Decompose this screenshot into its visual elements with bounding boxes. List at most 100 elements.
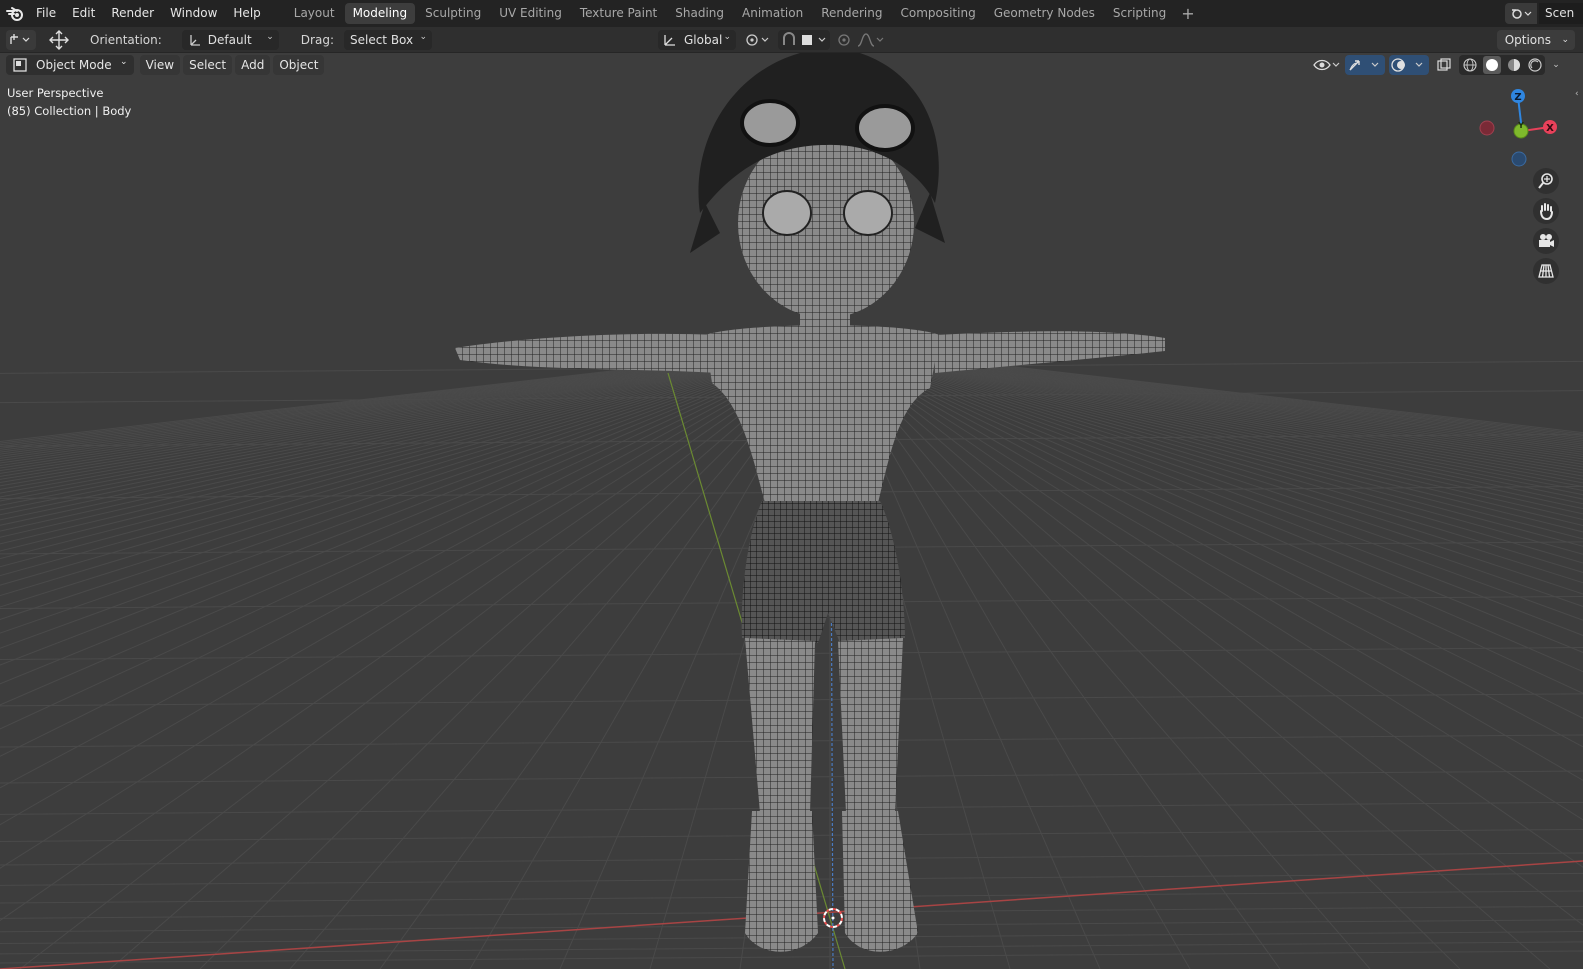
tab-shading[interactable]: Shading bbox=[667, 3, 732, 24]
neg-x-handle[interactable] bbox=[1479, 120, 1495, 136]
menu-help[interactable]: Help bbox=[225, 0, 268, 27]
camera-icon bbox=[1539, 234, 1554, 247]
transform-orientation-dropdown[interactable]: Global ⌄ bbox=[658, 30, 736, 50]
tab-animation[interactable]: Animation bbox=[734, 3, 811, 24]
zoom-icon bbox=[1538, 173, 1553, 189]
x-axis-label: X bbox=[1546, 123, 1554, 134]
zoom-button[interactable] bbox=[1533, 168, 1559, 194]
menu-file[interactable]: File bbox=[28, 0, 64, 27]
tab-scripting[interactable]: Scripting bbox=[1105, 3, 1174, 24]
proportional-edit-button[interactable] bbox=[836, 30, 886, 50]
camera-view-button[interactable] bbox=[1533, 228, 1559, 254]
neg-z-handle[interactable] bbox=[1511, 151, 1527, 167]
chevron-down-icon: ⌄ bbox=[1561, 35, 1569, 45]
viewport-grid bbox=[0, 53, 1583, 969]
navigation-gizmo[interactable]: Z X Y bbox=[1474, 85, 1570, 175]
grid-line bbox=[199, 362, 813, 969]
grid-line bbox=[0, 362, 768, 577]
drag-dropdown[interactable]: Select Box ⌄ bbox=[343, 29, 432, 50]
tab-geometry-nodes[interactable]: Geometry Nodes bbox=[986, 3, 1103, 24]
material-shading-icon[interactable] bbox=[1506, 57, 1522, 73]
tab-layout[interactable]: Layout bbox=[286, 3, 343, 24]
grid-line bbox=[19, 362, 808, 969]
solid-shading-icon[interactable] bbox=[1482, 56, 1501, 74]
grid-line bbox=[0, 362, 718, 474]
grid-view-icon bbox=[1538, 264, 1554, 278]
tab-rendering[interactable]: Rendering bbox=[813, 3, 890, 24]
viewport-menu-object[interactable]: Object bbox=[273, 54, 325, 75]
tool-header: Orientation: Default ⌄ Drag: Select Box … bbox=[0, 27, 1583, 53]
grid-line bbox=[0, 362, 773, 597]
chevron-down-icon: ⌄ bbox=[120, 56, 128, 67]
perspective-toggle-button[interactable] bbox=[1533, 258, 1559, 284]
y-axis-label: Y bbox=[1517, 121, 1524, 130]
hand-pan-icon bbox=[1540, 203, 1553, 220]
grid-line bbox=[109, 362, 811, 969]
scene-browse-button[interactable] bbox=[1505, 3, 1537, 24]
visibility-icon bbox=[1313, 59, 1340, 71]
grid-line bbox=[0, 362, 716, 472]
menu-edit[interactable]: Edit bbox=[64, 0, 103, 27]
pivot-point-button[interactable] bbox=[742, 30, 772, 50]
grid-line bbox=[967, 362, 1583, 442]
overlay-icon bbox=[1391, 58, 1423, 72]
orientation-value: Default bbox=[207, 32, 252, 47]
grid-line bbox=[959, 362, 1583, 447]
pivot-icon bbox=[746, 34, 769, 46]
grid-line bbox=[0, 362, 791, 706]
object-mode-icon bbox=[13, 57, 27, 72]
menu-window[interactable]: Window bbox=[162, 0, 225, 27]
add-workspace-icon[interactable]: + bbox=[1175, 4, 1200, 23]
grid-line bbox=[964, 362, 1583, 443]
overlay-toggle-button[interactable] bbox=[1389, 55, 1429, 75]
tab-sculpting[interactable]: Sculpting bbox=[417, 3, 489, 24]
top-bar: File Edit Render Window Help Layout Mode… bbox=[0, 0, 1583, 27]
orientation-dropdown[interactable]: Default ⌄ bbox=[181, 29, 279, 50]
pan-button[interactable] bbox=[1533, 198, 1559, 224]
menu-render[interactable]: Render bbox=[103, 0, 162, 27]
tab-texture-paint[interactable]: Texture Paint bbox=[572, 3, 665, 24]
transform-orientation-value: Global bbox=[684, 33, 723, 47]
transform-tool-button[interactable] bbox=[6, 29, 36, 50]
rendered-shading-icon[interactable] bbox=[1527, 57, 1543, 73]
tab-compositing[interactable]: Compositing bbox=[892, 3, 983, 24]
visibility-button[interactable] bbox=[1311, 55, 1341, 75]
blender-logo-icon[interactable] bbox=[2, 0, 28, 27]
grid-line bbox=[977, 362, 1583, 435]
perspective-label: User Perspective bbox=[7, 86, 104, 100]
snap-button[interactable] bbox=[778, 30, 830, 50]
grid-line bbox=[0, 362, 771, 586]
move-tool-button[interactable] bbox=[46, 29, 72, 50]
3d-viewport[interactable]: Object Mode ⌄ View Select Add Object ⌄ U… bbox=[0, 53, 1583, 969]
xray-icon bbox=[1437, 58, 1451, 71]
scene-selector: Scen bbox=[1505, 0, 1583, 27]
options-dropdown[interactable]: Options ⌄ bbox=[1496, 30, 1575, 50]
grid-line bbox=[0, 362, 708, 464]
grid-line bbox=[0, 362, 806, 922]
z-axis-label: Z bbox=[1514, 92, 1521, 103]
chevron-down-icon: ⌄ bbox=[419, 31, 427, 42]
grid-line bbox=[0, 362, 801, 826]
grid-line bbox=[974, 362, 1583, 437]
sidebar-toggle-icon[interactable]: ‹ bbox=[1575, 89, 1583, 103]
grid-line bbox=[289, 362, 816, 969]
object-mode-dropdown[interactable]: Object Mode ⌄ bbox=[6, 54, 134, 75]
drag-value: Select Box bbox=[349, 32, 414, 47]
wireframe-shading-icon[interactable] bbox=[1462, 57, 1478, 73]
viewport-menu-view[interactable]: View bbox=[139, 54, 181, 75]
character-mesh[interactable] bbox=[455, 53, 1165, 952]
gizmo-toggle-button[interactable] bbox=[1345, 55, 1385, 75]
grid-line bbox=[0, 362, 798, 789]
gizmo-icon bbox=[1349, 60, 1379, 71]
grid-line bbox=[0, 362, 703, 459]
viewport-header: Object Mode ⌄ View Select Add Object ⌄ bbox=[0, 53, 1583, 76]
tab-modeling[interactable]: Modeling bbox=[344, 3, 416, 24]
viewport-menu-add[interactable]: Add bbox=[235, 54, 271, 75]
shading-options-button[interactable]: ⌄ bbox=[1549, 55, 1563, 75]
tab-uv-editing[interactable]: UV Editing bbox=[491, 3, 570, 24]
xray-toggle-button[interactable] bbox=[1433, 55, 1455, 75]
grid-line bbox=[0, 362, 778, 620]
viewport-menu-select[interactable]: Select bbox=[183, 54, 233, 75]
collection-label: (85) Collection | Body bbox=[7, 104, 132, 118]
scene-name-field[interactable]: Scen bbox=[1539, 3, 1583, 24]
